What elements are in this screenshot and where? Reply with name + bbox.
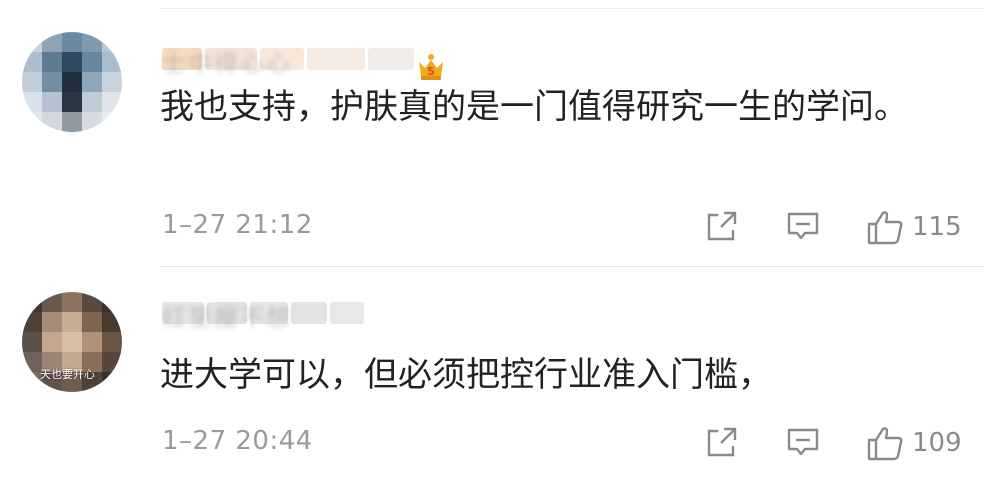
comment-text: 我也支持，护肤真的是一门值得研究一生的学问。	[160, 87, 908, 127]
comment-divider	[160, 266, 984, 267]
username-blur-segment	[307, 48, 365, 70]
timestamp: 1–27 21:12	[162, 210, 313, 240]
thumbs-up-icon	[867, 427, 903, 461]
comment-icon	[787, 212, 819, 240]
share-button[interactable]	[704, 424, 740, 460]
share-button[interactable]	[704, 208, 740, 244]
comment-text: 进大学可以，但必须把控行业准入门槛，	[160, 355, 772, 395]
username[interactable]: 士中得心心	[162, 44, 414, 78]
comment-thread: 士中得心心 5 我也支持，护肤真的是一门值得研究一生的学问。 1–27 21:1…	[0, 0, 984, 479]
like-button[interactable]: 109	[866, 424, 962, 462]
comment-item: 士中得心心 5 我也支持，护肤真的是一门值得研究一生的学问。 1–27 21:1…	[0, 14, 984, 268]
comment-icon	[787, 428, 819, 456]
like-count: 109	[912, 428, 962, 458]
timestamp: 1–27 20:44	[162, 426, 313, 456]
top-divider	[160, 8, 984, 9]
reply-button[interactable]	[785, 208, 821, 244]
avatar-pixelated-image	[22, 32, 122, 132]
comment-item: 天也要开心 红里屋不想 进大学可以，但必须把控行业准入门槛， 1–27 20:4…	[0, 270, 984, 479]
username-blur-segment	[291, 302, 327, 324]
like-count: 115	[912, 212, 962, 242]
username[interactable]: 红里屋不想	[162, 298, 364, 332]
username-blur-segment	[368, 48, 414, 70]
share-icon	[707, 427, 737, 457]
thumbs-up-icon	[867, 211, 903, 245]
vip-level: 5	[427, 65, 435, 78]
like-button[interactable]: 115	[866, 208, 962, 246]
avatar-caption: 天也要开心	[40, 368, 95, 381]
reply-button[interactable]	[785, 424, 821, 460]
username-text: 红里屋不想	[162, 304, 292, 332]
avatar[interactable]	[22, 32, 122, 132]
username-blur-segment	[330, 302, 364, 324]
username-text: 士中得心心	[162, 50, 292, 78]
share-icon	[707, 211, 737, 241]
avatar[interactable]: 天也要开心	[22, 292, 122, 392]
